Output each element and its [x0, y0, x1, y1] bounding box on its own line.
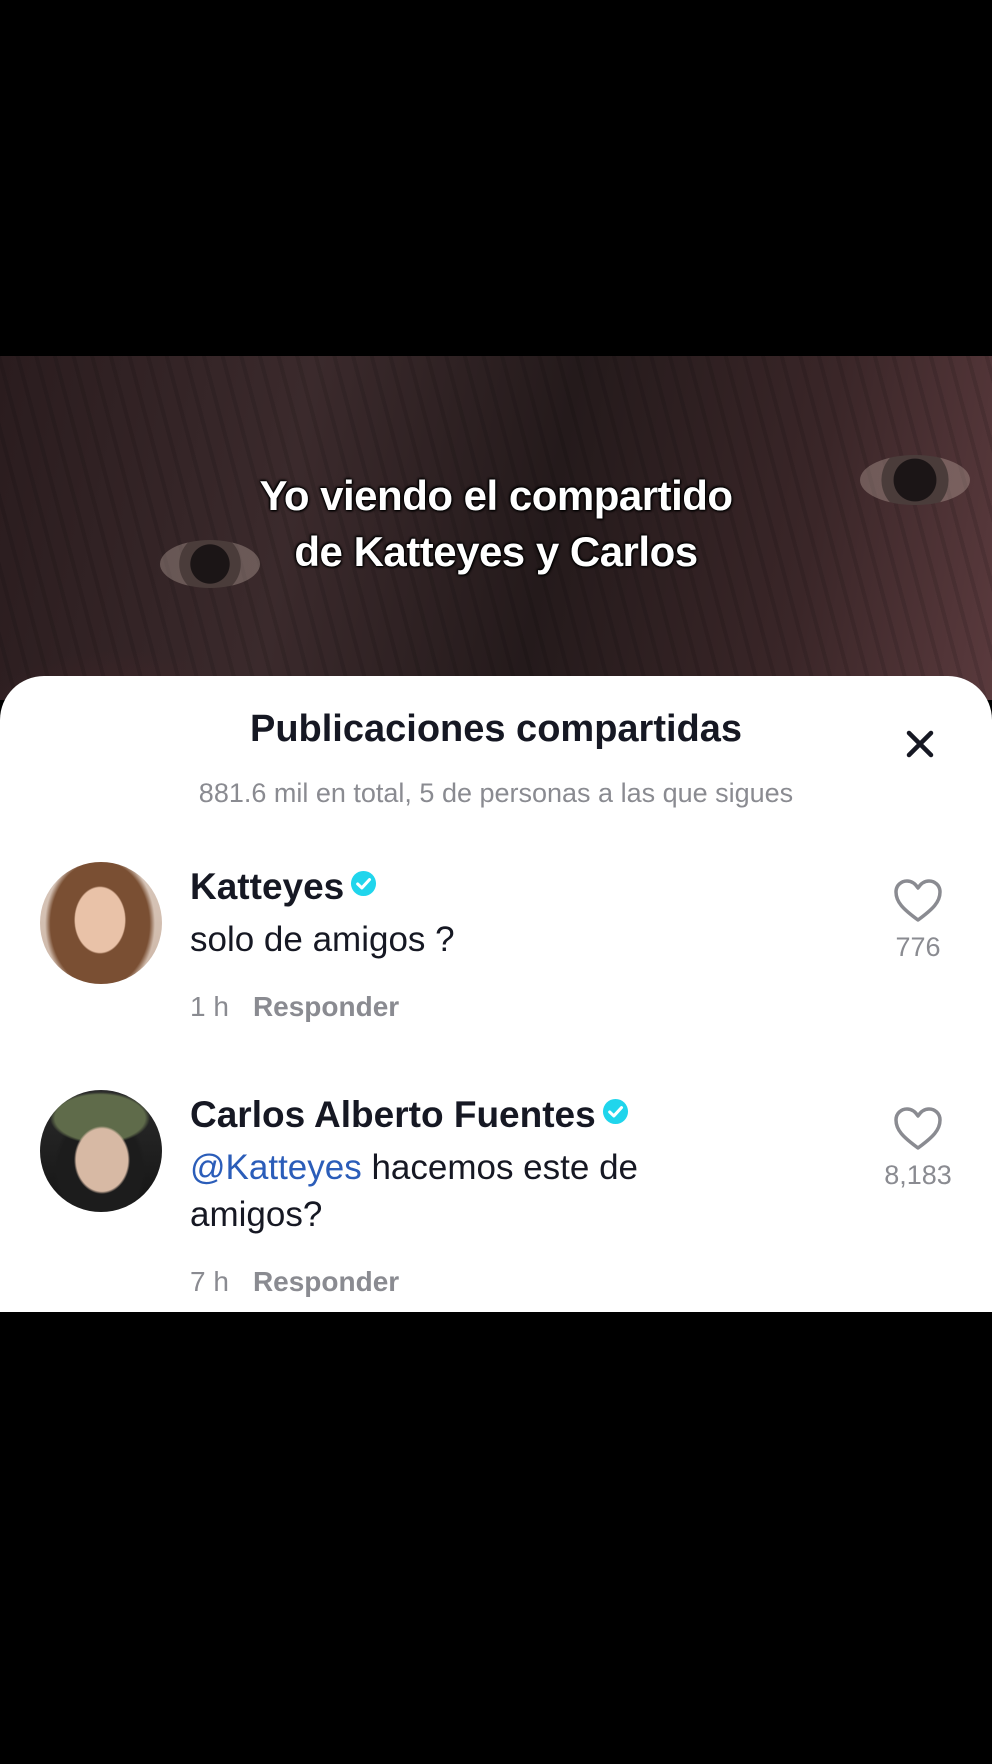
- comment-username[interactable]: Katteyes: [190, 866, 377, 908]
- video-caption: Yo viendo el compartido de Katteyes y Ca…: [0, 468, 992, 580]
- comment-meta: 1 h Responder: [190, 991, 399, 1023]
- comment-meta: 7 h Responder: [190, 1266, 399, 1298]
- reply-button[interactable]: Responder: [253, 991, 399, 1022]
- verified-badge-icon: [350, 870, 377, 897]
- username-text: Katteyes: [190, 866, 345, 907]
- comment-time: 7 h: [190, 1266, 229, 1297]
- like-button[interactable]: 776: [870, 878, 966, 963]
- comment-username[interactable]: Carlos Alberto Fuentes: [190, 1094, 629, 1136]
- heart-icon: [894, 1107, 942, 1150]
- username-text: Carlos Alberto Fuentes: [190, 1094, 596, 1135]
- like-button[interactable]: 8,183: [870, 1106, 966, 1191]
- like-count: 8,183: [884, 1160, 952, 1190]
- caption-line-2: de Katteyes y Carlos: [294, 528, 698, 575]
- comment-time: 1 h: [190, 991, 229, 1022]
- shared-posts-sheet: Publicaciones compartidas 881.6 mil en t…: [0, 676, 992, 1312]
- comment-text: solo de amigos ?: [190, 916, 750, 963]
- reply-button[interactable]: Responder: [253, 1266, 399, 1297]
- caption-line-1: Yo viendo el compartido: [259, 472, 733, 519]
- heart-icon: [894, 879, 942, 922]
- mention-link[interactable]: @Katteyes: [190, 1148, 362, 1187]
- close-icon[interactable]: [900, 724, 940, 764]
- like-count: 776: [895, 932, 941, 962]
- sheet-title: Publicaciones compartidas: [249, 708, 743, 750]
- avatar[interactable]: [40, 1090, 162, 1212]
- verified-badge-icon: [602, 1098, 629, 1125]
- comment-text: @Katteyes hacemos este de amigos?: [190, 1144, 750, 1238]
- sheet-subtitle: 881.6 mil en total, 5 de personas a las …: [198, 778, 794, 808]
- comment-body: solo de amigos ?: [190, 920, 455, 959]
- avatar[interactable]: [40, 862, 162, 984]
